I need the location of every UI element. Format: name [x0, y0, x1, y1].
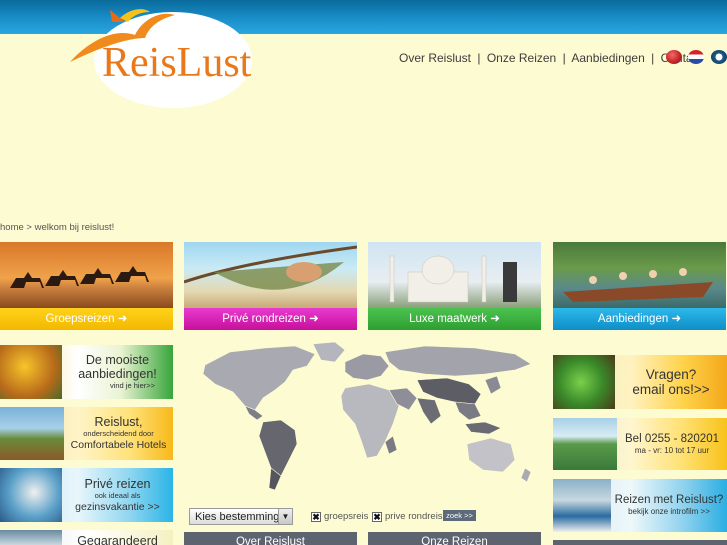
subtab-right: [553, 540, 727, 545]
river-boat-image: [553, 242, 726, 308]
prive-rondreis-label: prive rondreis: [385, 511, 443, 522]
banner-sub: bekijk onze introfilm >>: [628, 507, 710, 516]
tile-label: Groepsreizen: [45, 313, 115, 325]
breadcrumb-current: welkom bij reislust!: [34, 222, 115, 233]
arrow-right-icon: ➜: [490, 313, 500, 325]
parrot-image: [0, 468, 62, 522]
top-navigation: Over Reislust | Onze Reizen | Aanbieding…: [399, 51, 702, 65]
map-region[interactable]: [484, 375, 502, 395]
banner-sub: onderscheidend door: [83, 429, 154, 438]
banner-vragen-email[interactable]: Vragen? email ons!>>: [553, 355, 727, 409]
map-region[interactable]: [384, 345, 532, 377]
tile-label: Luxe maatwerk: [409, 313, 488, 325]
chevron-down-icon[interactable]: ▼: [278, 509, 292, 524]
nav-separator: |: [651, 51, 655, 65]
banner-gegarandeerd[interactable]: Gegarandeerd: [0, 530, 173, 545]
nav-onze-reizen[interactable]: Onze Reizen: [487, 51, 556, 65]
world-map[interactable]: [185, 340, 542, 500]
zoek-button[interactable]: zoek >>: [443, 510, 476, 521]
flag-icon[interactable]: [688, 50, 704, 64]
breadcrumb-separator: >: [26, 222, 32, 233]
arrow-right-icon: ➜: [117, 313, 128, 325]
map-region[interactable]: [520, 467, 532, 483]
tile-label: Privé rondreizen: [222, 313, 306, 325]
reislust-logo[interactable]: ReisLust: [50, 0, 255, 112]
banner-text: Reizen met Reislust? bekijk onze introfi…: [611, 479, 727, 532]
map-region[interactable]: [344, 353, 390, 381]
select-value: Kies bestemming: [195, 511, 280, 523]
subtab-onze-reizen[interactable]: Onze Reizen: [368, 532, 541, 545]
hammock-beach-image: [184, 242, 357, 308]
people-image: [553, 479, 611, 532]
banner-text: Privé reizen ook ideaal als gezinsvakant…: [62, 468, 173, 522]
tile-aanbiedingen[interactable]: Aanbiedingen ➜: [553, 242, 726, 330]
nav-separator: |: [562, 51, 566, 65]
landscape-image: [553, 418, 617, 470]
map-region[interactable]: [416, 397, 442, 425]
flag-icon[interactable]: [666, 50, 682, 64]
tile-label-bar: Privé rondreizen ➜: [184, 308, 357, 330]
banner-title: Bel 0255 - 820201: [625, 432, 719, 445]
banner-title: De mooiste aanbiedingen!: [78, 353, 157, 381]
camel-desert-image: [0, 242, 173, 308]
banner-extra: email ons!>>: [632, 382, 710, 397]
banner-bel[interactable]: Bel 0255 - 820201 ma - vr: 10 tot 17 uur: [553, 418, 727, 470]
groepsreis-label: groepsreis: [324, 511, 369, 522]
banner-title: Gegarandeerd: [77, 534, 158, 545]
groepsreis-checkbox[interactable]: ✖: [311, 512, 321, 522]
tile-label-bar: Luxe maatwerk ➜: [368, 308, 541, 330]
map-region[interactable]: [454, 401, 482, 421]
banner-prive-reizen[interactable]: Privé reizen ook ideaal als gezinsvakant…: [0, 468, 173, 522]
banner-text: Bel 0255 - 820201 ma - vr: 10 tot 17 uur: [617, 418, 727, 470]
tile-label-bar: Groepsreizen ➜: [0, 308, 173, 330]
banner-text: De mooiste aanbiedingen! vind je hier>>: [62, 345, 173, 399]
banner-title: Privé reizen: [84, 476, 151, 491]
map-region[interactable]: [202, 345, 316, 411]
banner-image: [0, 530, 62, 545]
banner-extra: gezinsvakantie >>: [75, 500, 160, 513]
tile-luxe-maatwerk[interactable]: Luxe maatwerk ➜: [368, 242, 541, 330]
banner-text: Gegarandeerd: [62, 530, 173, 545]
tile-label: Aanbiedingen: [597, 313, 669, 325]
nav-separator: |: [477, 51, 481, 65]
banner-sub: vind je hier>>: [109, 381, 155, 390]
banner-hotels[interactable]: Reislust, onderscheidend door Comfortabe…: [0, 407, 173, 460]
nav-over-reislust[interactable]: Over Reislust: [399, 51, 471, 65]
banner-extra: Comfortabele Hotels: [70, 439, 167, 451]
prive-rondreis-checkbox[interactable]: ✖: [372, 512, 382, 522]
banner-introfilm[interactable]: Reizen met Reislust? bekijk onze introfi…: [553, 479, 727, 532]
map-region[interactable]: [464, 421, 502, 435]
destination-select[interactable]: Kies bestemming ▼: [189, 508, 293, 525]
tile-label-bar: Aanbiedingen ➜: [553, 308, 726, 330]
tile-groepsreizen[interactable]: Groepsreizen ➜: [0, 242, 173, 330]
arrow-right-icon: ➜: [671, 313, 682, 325]
nav-aanbiedingen[interactable]: Aanbiedingen: [571, 51, 644, 65]
banner-text: Reislust, onderscheidend door Comfortabe…: [64, 407, 173, 460]
banner-sub: ook ideaal als: [94, 490, 141, 500]
pagoda-lake-image: [0, 407, 64, 460]
banner-sub: ma - vr: 10 tot 17 uur: [634, 445, 710, 455]
arrow-right-icon: ➜: [309, 313, 319, 325]
logo-text: ReisLust: [102, 40, 252, 86]
frog-image: [553, 355, 615, 409]
map-region[interactable]: [312, 341, 346, 363]
banner-text: Vragen? email ons!>>: [615, 355, 727, 409]
sunflower-woman-image: [0, 345, 62, 399]
subtab-over-reislust[interactable]: Over Reislust: [184, 532, 357, 545]
breadcrumb-home[interactable]: home: [0, 222, 24, 233]
banner-title: Reizen met Reislust?: [614, 494, 724, 506]
breadcrumb: home > welkom bij reislust!: [0, 222, 114, 233]
banner-aanbiedingen[interactable]: De mooiste aanbiedingen! vind je hier>>: [0, 345, 173, 399]
banner-title: Vragen?: [645, 367, 697, 382]
tile-prive-rondreizen[interactable]: Privé rondreizen ➜: [184, 242, 357, 330]
map-region[interactable]: [466, 437, 516, 473]
map-region[interactable]: [384, 435, 398, 455]
taj-mahal-image: [368, 242, 541, 308]
banner-title: Reislust,: [94, 415, 143, 429]
flag-icon[interactable]: [711, 50, 727, 64]
